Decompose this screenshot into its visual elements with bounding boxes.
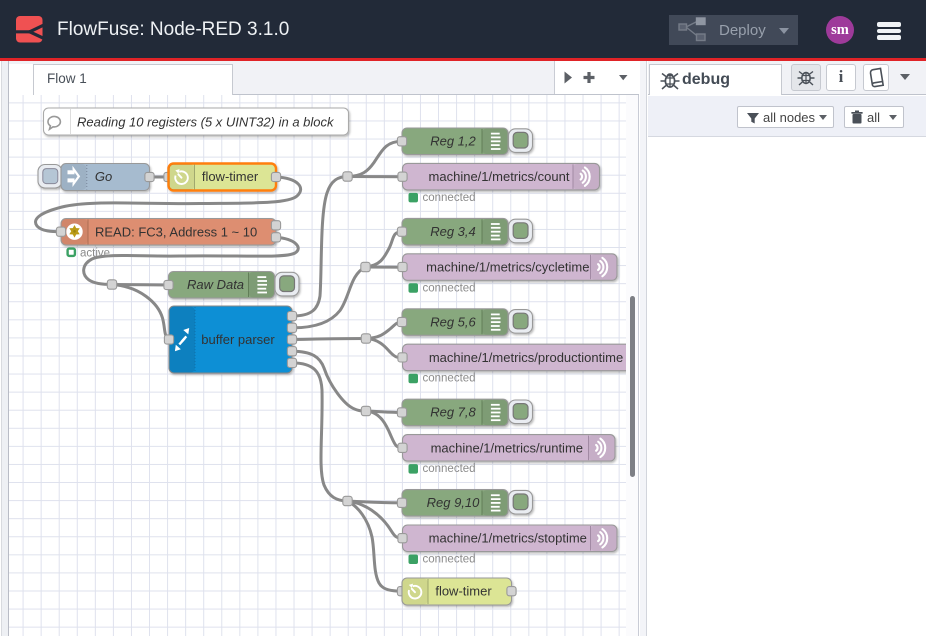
svg-text:machine/1/metrics/stoptime: machine/1/metrics/stoptime xyxy=(429,531,587,546)
svg-text:active: active xyxy=(80,247,110,259)
svg-text:connected: connected xyxy=(423,192,476,204)
svg-text:Reg 9,10: Reg 9,10 xyxy=(427,495,481,510)
svg-text:flow-timer: flow-timer xyxy=(202,169,259,184)
svg-text:connected: connected xyxy=(423,282,476,294)
svg-text:Go: Go xyxy=(95,169,112,184)
svg-text:Raw Data: Raw Data xyxy=(187,277,244,292)
svg-text:Reg 7,8: Reg 7,8 xyxy=(430,405,476,420)
svg-text:machine/1/metrics/cycletime: machine/1/metrics/cycletime xyxy=(426,260,589,275)
svg-text:Reg 1,2: Reg 1,2 xyxy=(430,134,476,149)
svg-text:buffer parser: buffer parser xyxy=(201,332,275,347)
svg-text:machine/1/metrics/runtime: machine/1/metrics/runtime xyxy=(431,440,583,455)
svg-text:Reading 10 registers (5 x UINT: Reading 10 registers (5 x UINT32) in a b… xyxy=(77,115,335,130)
svg-text:machine/1/metrics/count: machine/1/metrics/count xyxy=(429,169,570,184)
svg-text:connected: connected xyxy=(423,373,476,385)
svg-text:connected: connected xyxy=(423,554,476,566)
svg-text:Reg 5,6: Reg 5,6 xyxy=(430,314,476,329)
svg-text:flow-timer: flow-timer xyxy=(435,584,492,599)
svg-text:READ: FC3, Address 1 ~ 10: READ: FC3, Address 1 ~ 10 xyxy=(95,224,257,239)
svg-text:machine/1/metrics/productionti: machine/1/metrics/productiontime xyxy=(429,350,623,365)
svg-text:connected: connected xyxy=(423,463,476,475)
svg-text:Reg 3,4: Reg 3,4 xyxy=(430,224,476,239)
